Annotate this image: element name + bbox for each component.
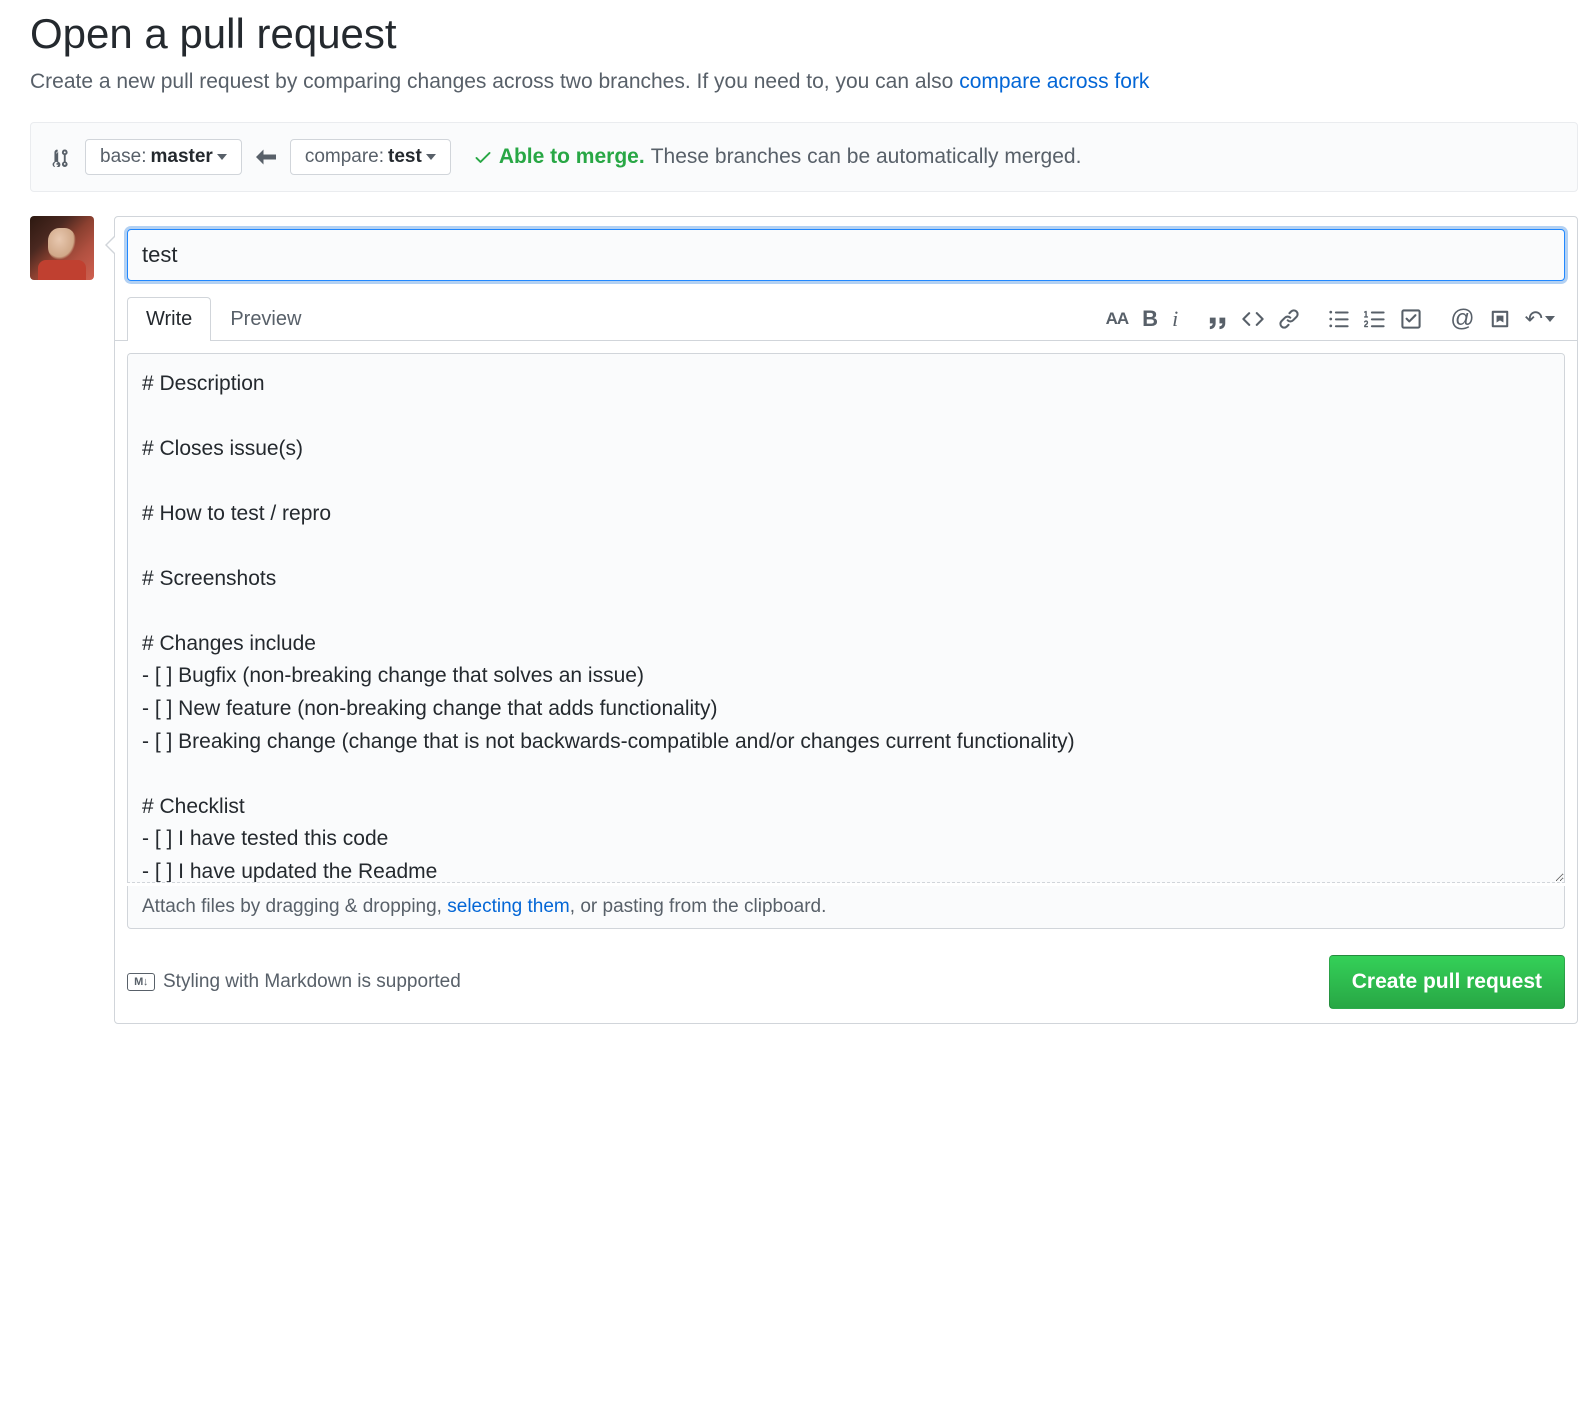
- pr-body-textarea[interactable]: [127, 353, 1565, 883]
- code-icon[interactable]: [1242, 308, 1264, 330]
- caret-down-icon: [426, 154, 436, 160]
- pr-title-input[interactable]: [127, 229, 1565, 281]
- create-pull-request-button[interactable]: Create pull request: [1329, 955, 1565, 1009]
- ordered-list-icon[interactable]: [1364, 308, 1386, 330]
- heading-icon[interactable]: AA: [1106, 309, 1129, 329]
- reply-icon[interactable]: ↶: [1525, 306, 1555, 332]
- page-subtitle: Create a new pull request by comparing c…: [30, 66, 1578, 98]
- saved-reply-icon[interactable]: [1489, 308, 1511, 330]
- markdown-toolbar: AA B i @ ↶: [1106, 305, 1565, 333]
- italic-icon[interactable]: i: [1172, 306, 1178, 332]
- merge-detail-text: These branches can be automatically merg…: [651, 145, 1082, 169]
- merge-status-text: Able to merge.: [499, 145, 645, 169]
- write-tab[interactable]: Write: [127, 297, 211, 341]
- base-value: master: [150, 146, 212, 168]
- mention-icon[interactable]: @: [1450, 305, 1474, 333]
- caret-down-icon: [217, 154, 227, 160]
- bold-icon[interactable]: B: [1142, 306, 1158, 332]
- comment-form: Write Preview AA B i: [114, 216, 1578, 1024]
- preview-tab[interactable]: Preview: [211, 297, 320, 341]
- check-icon: [473, 147, 493, 167]
- compare-branch-selector[interactable]: compare: test: [290, 139, 451, 175]
- markdown-note[interactable]: M↓ Styling with Markdown is supported: [127, 971, 461, 993]
- compare-across-forks-link[interactable]: compare across fork: [959, 70, 1149, 93]
- base-label: base:: [100, 146, 146, 168]
- link-icon[interactable]: [1278, 308, 1300, 330]
- base-branch-selector[interactable]: base: master: [85, 139, 242, 175]
- compare-value: test: [388, 146, 422, 168]
- attach-select-link[interactable]: selecting them: [447, 896, 570, 917]
- unordered-list-icon[interactable]: [1328, 308, 1350, 330]
- arrow-left-icon: [256, 149, 276, 165]
- create-btn-label: Create pull request: [1352, 970, 1542, 994]
- page-title: Open a pull request: [30, 10, 1578, 58]
- git-compare-icon: [51, 147, 71, 167]
- markdown-text: Styling with Markdown is supported: [163, 971, 461, 993]
- quote-icon[interactable]: [1206, 308, 1228, 330]
- avatar: [30, 216, 94, 280]
- attach-suffix: , or pasting from the clipboard.: [570, 896, 827, 917]
- attach-prefix: Attach files by dragging & dropping,: [142, 896, 447, 917]
- markdown-icon: M↓: [127, 973, 155, 991]
- subtitle-text: Create a new pull request by comparing c…: [30, 70, 959, 93]
- tasklist-icon[interactable]: [1400, 308, 1422, 330]
- attach-hint[interactable]: Attach files by dragging & dropping, sel…: [127, 886, 1565, 929]
- compare-label: compare:: [305, 146, 384, 168]
- merge-status: Able to merge. These branches can be aut…: [473, 145, 1082, 169]
- branch-compare-bar: base: master compare: test Able to merge…: [30, 122, 1578, 192]
